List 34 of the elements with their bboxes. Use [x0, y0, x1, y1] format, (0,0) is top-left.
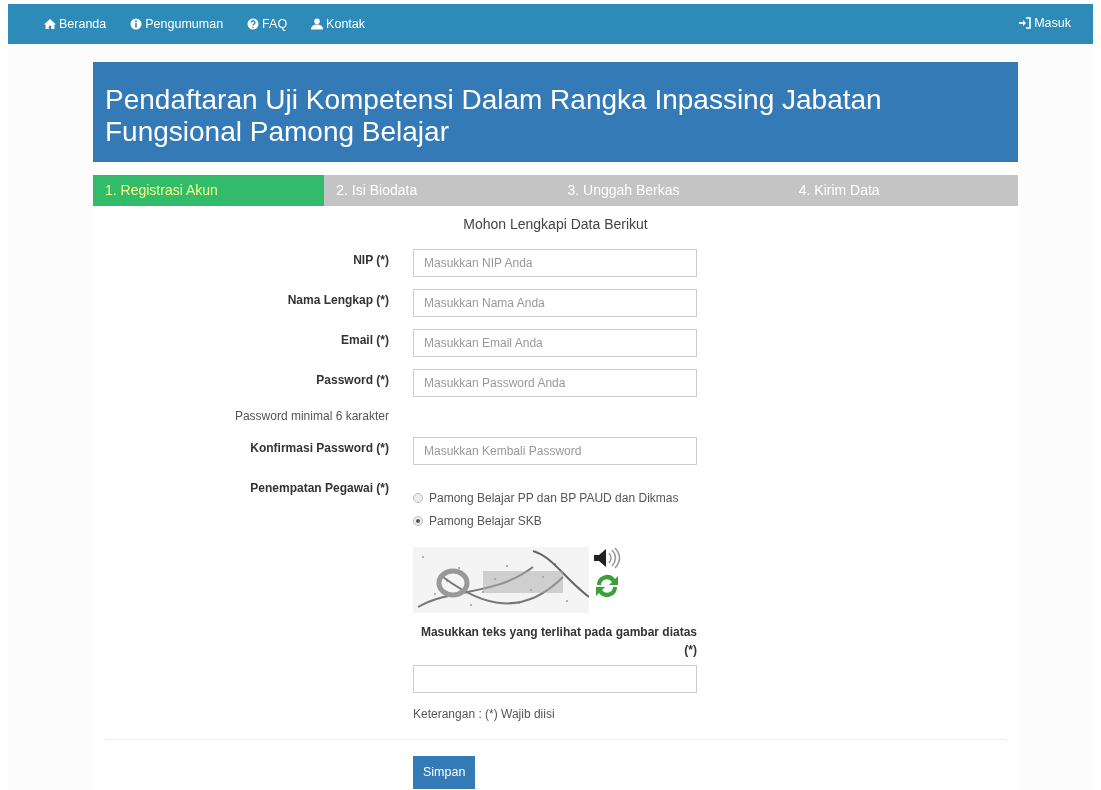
radio-label[interactable]: Pamong Belajar PP dan BP PAUD dan Dikmas	[429, 489, 679, 507]
form-heading: Mohon Lengkapi Data Berikut	[462, 215, 649, 234]
field-label: Konfirmasi Password (*)	[249, 440, 389, 457]
question-icon	[247, 18, 260, 30]
input-field[interactable]: Masukkan NIP Anda	[413, 249, 697, 277]
input-field[interactable]: Masukkan Email Anda	[413, 329, 697, 357]
home-icon	[44, 18, 56, 30]
legend-text: Keterangan : (*) Wajib diisi	[413, 706, 556, 723]
nav-link[interactable]: Beranda	[44, 14, 107, 34]
input-field[interactable]: Masukkan Kembali Password	[413, 437, 697, 465]
radio-button[interactable]	[413, 493, 423, 503]
input-field[interactable]: Masukkan Nama Anda	[413, 289, 697, 317]
field-label: Email (*)	[340, 332, 389, 349]
user-icon	[311, 18, 324, 30]
nav-link[interactable]: Pengumuman	[130, 14, 224, 34]
nav-link[interactable]: Masuk	[1019, 13, 1071, 33]
field-label: Password (*)	[315, 372, 389, 389]
sign-in-icon	[1019, 17, 1032, 30]
input-field[interactable]: Masukkan Password Anda	[413, 369, 697, 397]
field-label: Penempatan Pegawai (*)	[249, 480, 389, 497]
nav-link[interactable]: Kontak	[311, 14, 366, 34]
hint-text: Password minimal 6 karakter	[233, 408, 389, 425]
step-tab[interactable]: 1. Registrasi Akun	[93, 175, 325, 206]
field-label: NIP (*)	[352, 252, 389, 269]
speaker-icon[interactable]	[593, 547, 621, 569]
save-button[interactable]: Simpan	[413, 756, 476, 789]
radio-button[interactable]	[413, 516, 423, 526]
page-title: Pendaftaran Uji Kompetensi Dalam Rangka Inpassing Jabatan Fungsional Pamong Belajar	[93, 62, 1018, 162]
captcha-field[interactable]	[413, 665, 697, 693]
info-icon	[130, 18, 143, 30]
field-label: Nama Lengkap (*)	[286, 292, 389, 309]
captcha-label: Masukkan teks yang terlihat pada gambar diatas (*)	[419, 624, 697, 659]
nav-link[interactable]: FAQ	[247, 14, 288, 34]
radio-label[interactable]: Pamong Belajar SKB	[429, 512, 542, 530]
